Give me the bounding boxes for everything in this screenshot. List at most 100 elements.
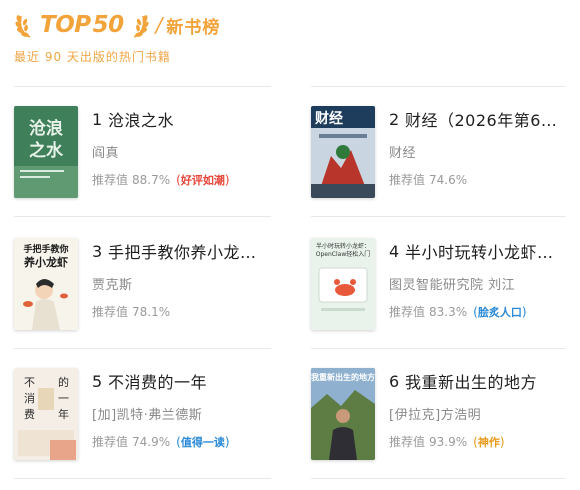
rating-badge: (值得一读) <box>174 434 231 450</box>
score-value: 88.7% <box>132 172 171 187</box>
book-score-line: 推荐值 83.3%(脍炙人口) <box>389 303 573 320</box>
rating-badge: (神作) <box>471 434 506 450</box>
score-label: 推荐值 <box>92 173 129 187</box>
badge-text: 值得一读 <box>180 435 225 449</box>
rating-badge: (脍炙人口) <box>471 304 528 320</box>
book-rank: 3 <box>92 241 103 261</box>
score-label: 推荐值 <box>389 435 426 449</box>
badge-text: 好评如潮 <box>180 173 225 187</box>
brand-50-text: 50 <box>92 12 125 38</box>
book-title-line[interactable]: 3 手把手教你养小龙… <box>92 238 276 264</box>
ranking-header: TOP 50 / 新书榜 最近 90 天出版的热门书籍 <box>14 8 574 72</box>
book-info: 1 沧浪之水阎真推荐值 88.7%(好评如潮) <box>92 106 276 188</box>
book-card[interactable]: 手把手教你 养小龙虾 3 手把手教你养小龙… 贾克斯推荐值 78.1% <box>14 238 284 356</box>
score-label: 推荐值 <box>389 173 426 187</box>
book-author[interactable]: 贾克斯 <box>92 274 276 293</box>
book-author[interactable]: 财经 <box>389 142 573 161</box>
book-title-line[interactable]: 6 我重新出生的地方 <box>389 368 573 394</box>
book-title-line[interactable]: 4 半小时玩转小龙虾… <box>389 238 573 264</box>
laurel-right-icon <box>133 15 149 38</box>
score-value: 83.3% <box>429 304 468 319</box>
book-rank: 6 <box>389 371 400 391</box>
book-cover[interactable]: 沧浪 之水 <box>14 106 78 198</box>
book-rank: 1 <box>92 109 103 129</box>
book-title[interactable]: 我重新出生的地方 <box>405 369 537 393</box>
list-title: 新书榜 <box>166 17 221 38</box>
book-title-line[interactable]: 1 沧浪之水 <box>92 106 276 132</box>
book-score-line: 推荐值 74.6% <box>389 171 573 188</box>
badge-text: 神作 <box>477 435 500 449</box>
book-cover-art: 我重新出生的地方 <box>311 368 375 460</box>
book-card[interactable]: 我重新出生的地方 6 我重新出生的地方 [伊拉克]方浩明 推荐值 93.9%(神作) <box>311 368 580 486</box>
book-score-line: 推荐值 74.9%(值得一读) <box>92 433 276 450</box>
book-author[interactable]: 图灵智能研究院 刘江 <box>389 274 573 293</box>
badge-laurel-right-icon: ) <box>224 434 230 449</box>
row-divider <box>311 86 566 87</box>
list-subtitle: 最近 90 天出版的热门书籍 <box>14 50 171 64</box>
book-card[interactable]: 半小时玩转小龙虾： OpenClaw轻松入门 4 半小时玩转小龙虾… 图灵智能研究院 刘… <box>311 238 580 356</box>
badge-laurel-right-icon: ) <box>499 434 505 449</box>
svg-text:一: 一 <box>58 392 69 405</box>
book-cover-art: 沧浪之水 <box>14 106 78 198</box>
book-author[interactable]: [伊拉克]方浩明 <box>389 404 573 423</box>
score-label: 推荐值 <box>389 305 426 319</box>
svg-text:财经: 财经 <box>314 110 343 127</box>
book-cover-art: 手把手教你养小龙虾 <box>14 238 78 330</box>
book-title-line[interactable]: 2 财经（2026年第6… <box>389 106 573 132</box>
score-value: 78.1% <box>132 304 171 319</box>
book-title[interactable]: 手把手教你养小龙… <box>108 239 257 263</box>
book-cover[interactable]: 半小时玩转小龙虾： OpenClaw轻松入门 <box>311 238 375 330</box>
book-info: 3 手把手教你养小龙… 贾克斯推荐值 78.1% <box>92 238 276 320</box>
book-rank: 2 <box>389 109 400 129</box>
book-rank: 4 <box>389 241 400 261</box>
book-title[interactable]: 不消费的一年 <box>108 369 207 393</box>
book-cover-art: 财经 <box>311 106 375 198</box>
svg-text:我重新出生的地方: 我重新出生的地方 <box>311 372 375 382</box>
book-info: 2 财经（2026年第6… 财经推荐值 74.6% <box>389 106 573 188</box>
book-info: 4 半小时玩转小龙虾… 图灵智能研究院 刘江 推荐值 83.3%(脍炙人口) <box>389 238 573 320</box>
book-card[interactable]: 不消费 的一年 5 不消费的一年 [加]凯特·弗兰德斯 推荐值 74.9%(值得一读) <box>14 368 284 486</box>
book-cover-art: 半小时玩转小龙虾：OpenClaw轻松入门 <box>311 238 375 330</box>
book-author[interactable]: 阎真 <box>92 142 276 161</box>
svg-text:消: 消 <box>24 391 35 405</box>
svg-text:的: 的 <box>58 375 69 389</box>
book-rank: 5 <box>92 371 103 391</box>
score-value: 74.9% <box>132 434 171 449</box>
score-label: 推荐值 <box>92 435 129 449</box>
score-value: 93.9% <box>429 434 468 449</box>
book-cover[interactable]: 我重新出生的地方 <box>311 368 375 460</box>
svg-text:之水: 之水 <box>29 140 64 161</box>
brand-logo: TOP 50 <box>40 12 124 38</box>
svg-text:养小龙虾: 养小龙虾 <box>23 255 68 269</box>
badge-text: 脍炙人口 <box>477 305 522 319</box>
svg-text:沧浪: 沧浪 <box>29 118 63 139</box>
svg-text:OpenClaw轻松入门: OpenClaw轻松入门 <box>316 250 370 258</box>
book-cover[interactable]: 手把手教你 养小龙虾 <box>14 238 78 330</box>
svg-text:费: 费 <box>24 408 35 421</box>
book-cover-art: 不消费 的一年 <box>14 368 78 460</box>
badge-laurel-right-icon: ) <box>224 172 230 187</box>
book-title[interactable]: 沧浪之水 <box>108 107 174 131</box>
rating-badge: (好评如潮) <box>174 172 231 188</box>
book-card[interactable]: 财经 2 财经（2026年第6… 财经推荐值 74.6% <box>311 106 580 224</box>
book-info: 6 我重新出生的地方 [伊拉克]方浩明 推荐值 93.9%(神作) <box>389 368 573 450</box>
score-value: 74.6% <box>429 172 468 187</box>
laurel-left-icon <box>15 15 31 38</box>
svg-text:不: 不 <box>24 376 35 389</box>
book-title-line[interactable]: 5 不消费的一年 <box>92 368 276 394</box>
svg-text:半小时玩转小龙虾：: 半小时玩转小龙虾： <box>316 242 370 250</box>
book-cover[interactable]: 不消费 的一年 <box>14 368 78 460</box>
book-score-line: 推荐值 88.7%(好评如潮) <box>92 171 276 188</box>
book-score-line: 推荐值 93.9%(神作) <box>389 433 573 450</box>
svg-text:年: 年 <box>58 407 69 421</box>
book-cover[interactable]: 财经 <box>311 106 375 198</box>
book-card[interactable]: 沧浪 之水 1 沧浪之水 阎真 推荐值 88.7%(好评如潮) <box>14 106 284 224</box>
book-title[interactable]: 财经（2026年第6… <box>405 107 557 131</box>
book-info: 5 不消费的一年 [加]凯特·弗兰德斯 推荐值 74.9%(值得一读) <box>92 368 276 450</box>
book-title[interactable]: 半小时玩转小龙虾… <box>405 239 554 263</box>
score-label: 推荐值 <box>92 305 129 319</box>
badge-laurel-right-icon: ) <box>521 304 527 319</box>
book-author[interactable]: [加]凯特·弗兰德斯 <box>92 404 276 423</box>
logo-row: TOP 50 / 新书榜 <box>14 8 574 42</box>
brand-slash: / <box>155 13 163 37</box>
